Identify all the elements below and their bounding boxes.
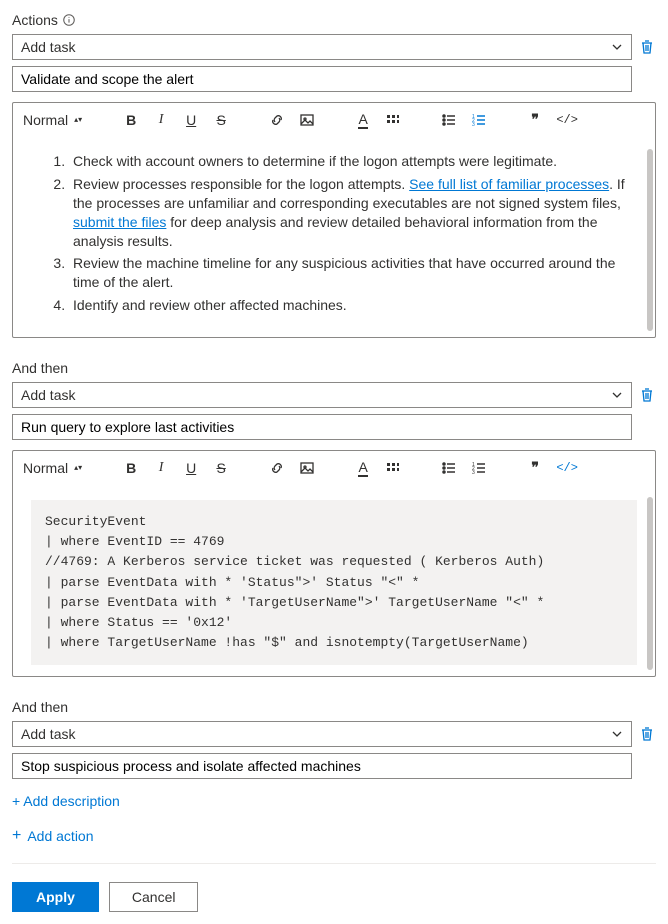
rich-text-editor: Normal ▴▾ B I U S A <box>12 102 656 338</box>
task-title-input[interactable] <box>12 66 632 92</box>
familiar-processes-link[interactable]: See full list of familiar processes <box>409 176 609 192</box>
bullet-list-button[interactable] <box>440 459 458 477</box>
bold-button[interactable]: B <box>122 111 140 129</box>
footer-buttons: Apply Cancel <box>12 882 656 912</box>
image-button[interactable] <box>298 111 316 129</box>
dropdown-label: Add task <box>21 39 75 55</box>
editor-toolbar: Normal ▴▾ B I U S A <box>13 103 655 138</box>
dropdown-label: Add task <box>21 726 75 742</box>
editor-content-area[interactable]: SecurityEvent | where EventID == 4769 //… <box>13 486 655 676</box>
editor-content-area[interactable]: Check with account owners to determine i… <box>13 138 655 337</box>
dropdown-label: Add task <box>21 387 75 403</box>
add-description-link[interactable]: + Add description <box>12 789 656 813</box>
updown-icon: ▴▾ <box>74 118 84 122</box>
add-action-label: Add action <box>27 828 93 844</box>
query-code-block: SecurityEvent | where EventID == 4769 //… <box>31 500 637 665</box>
text: Review processes responsible for the log… <box>73 176 409 192</box>
svg-text:3: 3 <box>472 122 475 128</box>
task-title-input[interactable] <box>12 753 632 779</box>
strikethrough-button[interactable]: S <box>212 111 230 129</box>
italic-button[interactable]: I <box>152 111 170 129</box>
add-action-link[interactable]: + Add action <box>12 823 656 849</box>
paragraph-style-dropdown[interactable]: Normal ▴▾ <box>23 111 84 129</box>
action-type-dropdown[interactable]: Add task <box>12 382 632 408</box>
info-icon[interactable] <box>62 13 76 27</box>
font-color-button[interactable]: A <box>354 459 372 477</box>
paragraph-style-dropdown[interactable]: Normal ▴▾ <box>23 459 84 477</box>
image-button[interactable] <box>298 459 316 477</box>
rich-text-editor: Normal ▴▾ B I U S A <box>12 450 656 677</box>
action-type-dropdown[interactable]: Add task <box>12 34 632 60</box>
apply-button[interactable]: Apply <box>12 882 99 912</box>
quote-button[interactable]: ❞ <box>526 111 544 129</box>
submit-files-link[interactable]: submit the files <box>73 214 166 230</box>
bullet-list-button[interactable] <box>440 111 458 129</box>
list-item: Identify and review other affected machi… <box>69 296 637 315</box>
divider <box>12 863 656 864</box>
italic-button[interactable]: I <box>152 459 170 477</box>
delete-action-button[interactable] <box>638 38 656 56</box>
editor-toolbar: Normal ▴▾ B I U S A <box>13 451 655 486</box>
list-item: Review processes responsible for the log… <box>69 175 637 251</box>
list-item: Review the machine timeline for any susp… <box>69 254 637 292</box>
delete-action-button[interactable] <box>638 386 656 404</box>
paragraph-style-label: Normal <box>23 112 68 128</box>
numbered-list-button[interactable]: 123 <box>470 111 488 129</box>
and-then-label: And then <box>12 699 656 715</box>
ordered-steps-list: Check with account owners to determine i… <box>31 152 637 315</box>
actions-label: Actions <box>12 12 58 28</box>
list-item: Check with account owners to determine i… <box>69 152 637 171</box>
numbered-list-button[interactable]: 123 <box>470 459 488 477</box>
svg-text:3: 3 <box>472 470 475 476</box>
font-color-button[interactable]: A <box>354 111 372 129</box>
paragraph-style-label: Normal <box>23 460 68 476</box>
link-button[interactable] <box>268 111 286 129</box>
code-button[interactable]: </> <box>558 459 576 477</box>
chevron-down-icon <box>611 41 623 53</box>
underline-button[interactable]: U <box>182 111 200 129</box>
and-then-label: And then <box>12 360 656 376</box>
bold-button[interactable]: B <box>122 459 140 477</box>
highlight-button[interactable] <box>384 111 402 129</box>
plus-icon: + <box>12 827 21 845</box>
delete-action-button[interactable] <box>638 725 656 743</box>
section-heading-actions: Actions <box>12 12 656 28</box>
quote-button[interactable]: ❞ <box>526 459 544 477</box>
action-type-dropdown[interactable]: Add task <box>12 721 632 747</box>
highlight-button[interactable] <box>384 459 402 477</box>
chevron-down-icon <box>611 389 623 401</box>
cancel-button[interactable]: Cancel <box>109 882 199 912</box>
link-button[interactable] <box>268 459 286 477</box>
underline-button[interactable]: U <box>182 459 200 477</box>
updown-icon: ▴▾ <box>74 466 84 470</box>
code-button[interactable]: </> <box>558 111 576 129</box>
chevron-down-icon <box>611 728 623 740</box>
strikethrough-button[interactable]: S <box>212 459 230 477</box>
task-title-input[interactable] <box>12 414 632 440</box>
